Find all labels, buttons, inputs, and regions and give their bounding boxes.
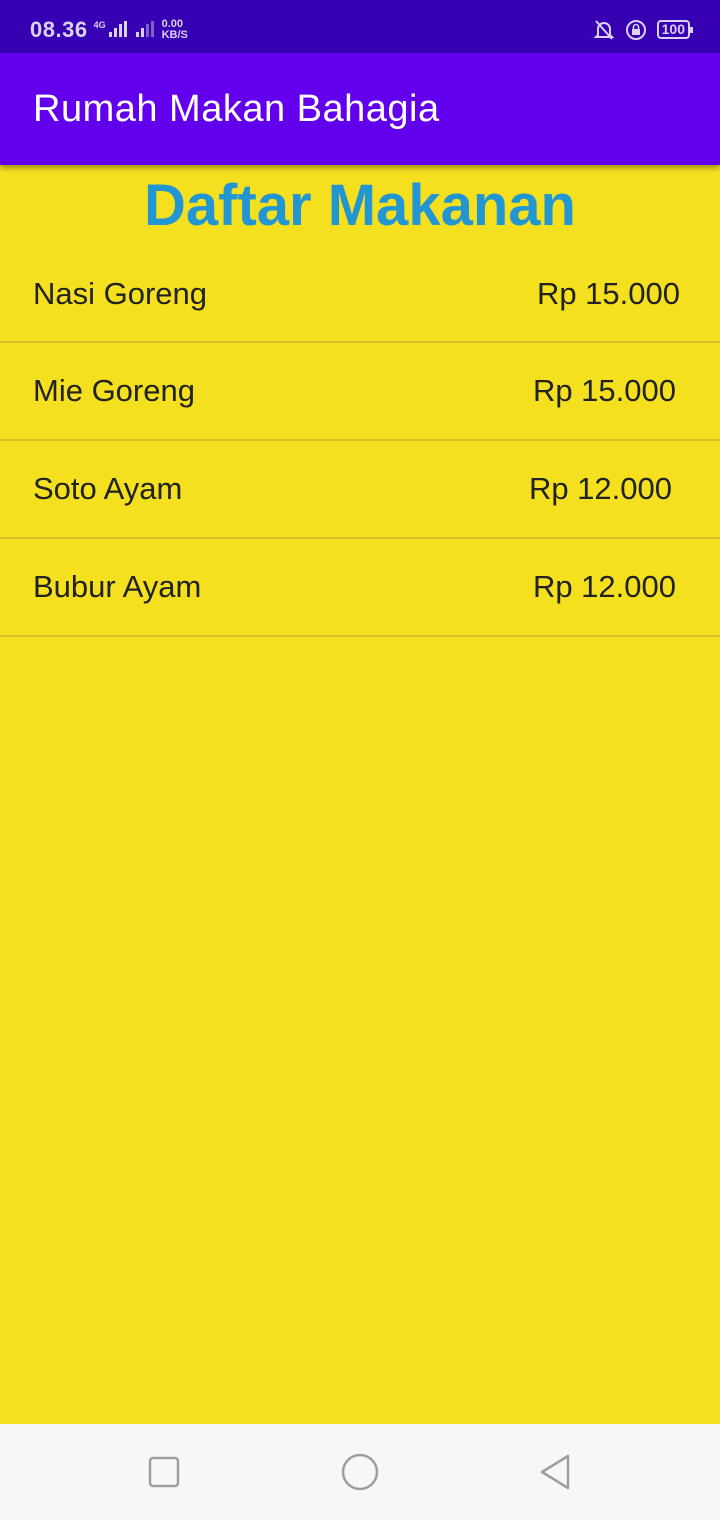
menu-item-price: Rp 12.000: [532, 569, 676, 604]
list-item[interactable]: Mie Goreng Rp 15.000: [0, 343, 720, 441]
menu-list: Nasi Goreng Rp 15.000 Mie Goreng Rp 15.0…: [0, 246, 720, 637]
recents-button[interactable]: [144, 1452, 184, 1492]
menu-item-name: Soto Ayam: [33, 471, 183, 506]
menu-item-price: Rp 15.000: [536, 275, 680, 311]
signal-2-icon: [135, 20, 154, 37]
status-bar: 08.36 4G 0.00 KB/S 100: [0, 0, 720, 53]
network-type: 4G: [93, 19, 106, 30]
speed-value: 0.00: [161, 17, 183, 30]
list-item[interactable]: Soto Ayam Rp 12.000: [0, 441, 720, 539]
list-item[interactable]: Nasi Goreng Rp 15.000: [0, 246, 720, 343]
menu-item-price: Rp 12.000: [528, 471, 672, 506]
signal-icon: [108, 20, 127, 37]
list-item[interactable]: Bubur Ayam Rp 12.000: [0, 539, 720, 637]
network-speed: 0.00 KB/S: [161, 17, 188, 41]
app-title: Rumah Makan Bahagia: [33, 87, 440, 130]
status-time: 08.36: [30, 16, 88, 42]
app-bar: Rumah Makan Bahagia: [0, 53, 720, 165]
back-button[interactable]: [536, 1452, 576, 1492]
mute-bell-icon: [593, 19, 615, 40]
rotation-lock-icon: [625, 19, 646, 40]
menu-item-name: Bubur Ayam: [33, 569, 202, 604]
home-button[interactable]: [340, 1452, 380, 1492]
battery-icon: 100: [656, 20, 694, 39]
menu-item-price: Rp 15.000: [532, 373, 676, 408]
navigation-bar: [0, 1424, 720, 1520]
network-indicator: 4G: [93, 19, 154, 37]
menu-item-name: Mie Goreng: [33, 373, 195, 408]
speed-unit: KB/S: [161, 28, 188, 41]
page-title: Daftar Makanan: [144, 173, 576, 238]
menu-item-name: Nasi Goreng: [33, 275, 208, 311]
